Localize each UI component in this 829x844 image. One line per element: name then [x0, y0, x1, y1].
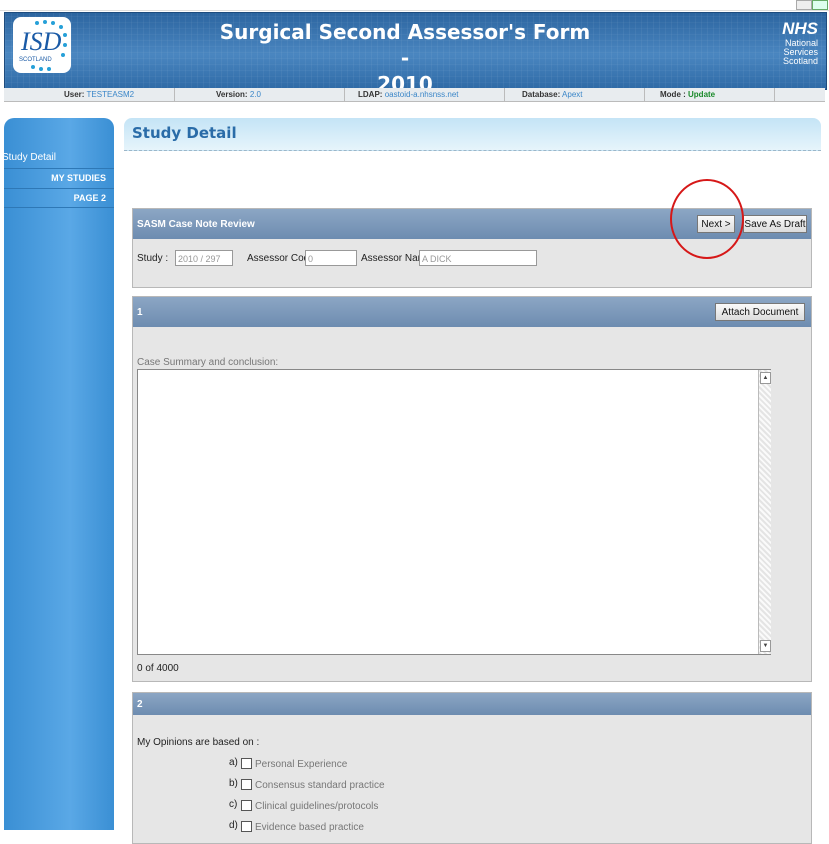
sidebar: Study Detail MY STUDIES PAGE 2: [2, 118, 114, 830]
option-c-label: Clinical guidelines/protocols: [255, 801, 379, 812]
case-summary-textarea[interactable]: ▲ ▼: [137, 369, 771, 655]
next-button[interactable]: Next >: [697, 215, 735, 233]
scroll-down-icon[interactable]: ▼: [760, 640, 771, 652]
app-title-line1: Surgical Second Assessor's Form -: [219, 20, 591, 70]
main-content: Study Detail SASM Case Note Review Next …: [124, 118, 821, 844]
version-value: 2.0: [249, 90, 261, 99]
sidebar-item-label: MY STUDIES: [51, 173, 106, 183]
info-bar: User: TESTEASM2 Version: 2.0 LDAP: oasto…: [4, 88, 825, 102]
maximize-icon[interactable]: [812, 0, 828, 10]
nhs-logo: NHS National Services Scotland: [782, 19, 818, 66]
sidebar-item-label: PAGE 2: [73, 193, 106, 203]
ldap-info: LDAP: oastoid-a.nhsnss.net: [358, 90, 459, 99]
section-2-number: 2: [137, 699, 143, 710]
app-title: Surgical Second Assessor's Form - 2010: [215, 19, 595, 89]
case-note-review-title: SASM Case Note Review: [137, 219, 255, 230]
option-b-letter: b): [229, 778, 238, 789]
user-value: TESTEASM2: [86, 90, 135, 99]
section-2-panel: 2 My Opinions are based on : a) Personal…: [132, 692, 812, 844]
ldap-value: oastoid-a.nhsnss.net: [384, 90, 459, 99]
attach-document-button[interactable]: Attach Document: [715, 303, 805, 321]
mode-label: Mode :: [660, 90, 686, 99]
user-label: User:: [64, 90, 85, 99]
database-label: Database:: [522, 90, 561, 99]
case-note-review-panel: SASM Case Note Review Next > Save As Dra…: [132, 208, 812, 288]
isd-logo: ISD SCOTLAND: [13, 17, 71, 73]
option-a-label: Personal Experience: [255, 759, 348, 770]
option-b-checkbox[interactable]: [241, 779, 252, 790]
window-top-strip: [0, 0, 829, 11]
logo-subtext: SCOTLAND: [19, 57, 52, 63]
case-summary-label: Case Summary and conclusion:: [137, 357, 279, 368]
minimize-icon[interactable]: [796, 0, 812, 10]
nhs-mark: NHS: [782, 19, 818, 38]
option-d-letter: d): [229, 820, 238, 831]
study-detail-header: Study Detail: [124, 118, 821, 151]
mode-value: Update: [688, 90, 716, 99]
char-count: 0 of 4000: [137, 663, 179, 674]
ldap-label: LDAP:: [358, 90, 383, 99]
database-value: Apext: [562, 90, 583, 99]
textarea-scrollbar[interactable]: ▲ ▼: [758, 370, 771, 654]
sidebar-heading: Study Detail: [2, 148, 114, 168]
sidebar-item-page-2[interactable]: PAGE 2: [4, 188, 114, 208]
logo-text: ISD: [21, 27, 62, 56]
study-field[interactable]: 2010 / 297: [175, 250, 233, 266]
user-info: User: TESTEASM2: [64, 90, 134, 99]
option-d-checkbox[interactable]: [241, 821, 252, 832]
section-1-header: 1 Attach Document: [133, 297, 811, 327]
scroll-up-icon[interactable]: ▲: [760, 372, 771, 384]
opinions-label: My Opinions are based on :: [137, 737, 260, 748]
sidebar-item-my-studies[interactable]: MY STUDIES: [4, 168, 114, 187]
option-d-label: Evidence based practice: [255, 822, 364, 833]
version-info: Version: 2.0: [216, 90, 261, 99]
nhs-line3: Scotland: [782, 56, 818, 66]
option-c-letter: c): [229, 799, 238, 810]
app-header: ISD SCOTLAND Surgical Second Assessor's …: [4, 12, 827, 90]
section-1-panel: 1 Attach Document Case Summary and concl…: [132, 296, 812, 682]
assessor-name-field[interactable]: A DICK: [419, 250, 537, 266]
section-2-header: 2: [133, 693, 811, 715]
version-label: Version:: [216, 90, 248, 99]
case-note-review-header: SASM Case Note Review Next > Save As Dra…: [133, 209, 811, 239]
sidebar-heading-label: Study Detail: [2, 152, 56, 163]
assessor-code-field[interactable]: 0: [305, 250, 357, 266]
study-label: Study :: [137, 253, 169, 264]
mode-info: Mode : Update: [660, 90, 715, 99]
database-info: Database: Apext: [522, 90, 583, 99]
option-a-checkbox[interactable]: [241, 758, 252, 769]
section-1-number: 1: [137, 307, 143, 318]
save-as-draft-button[interactable]: Save As Draft: [743, 215, 807, 233]
option-c-checkbox[interactable]: [241, 800, 252, 811]
option-a-letter: a): [229, 757, 238, 768]
option-b-label: Consensus standard practice: [255, 780, 385, 791]
page-title: Study Detail: [132, 124, 237, 142]
